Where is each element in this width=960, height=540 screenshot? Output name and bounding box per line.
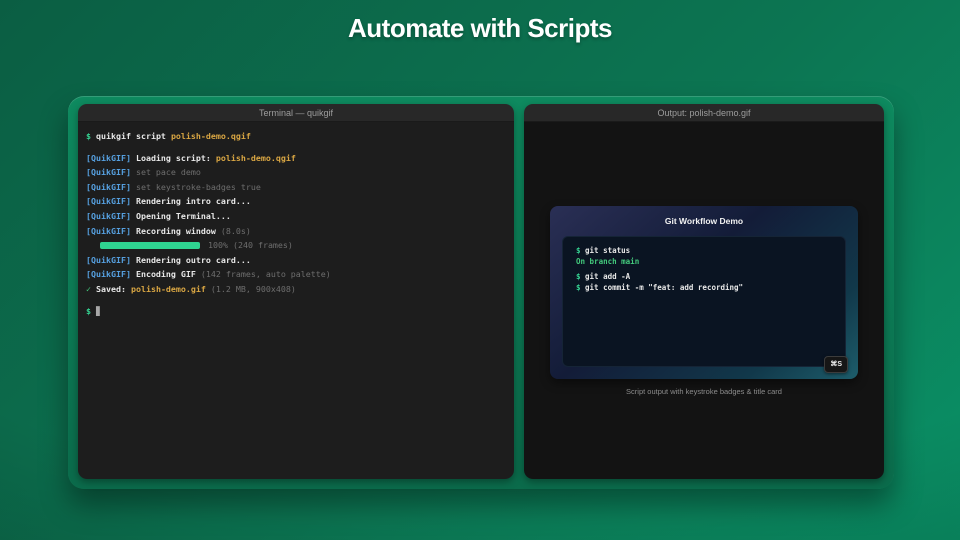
gif-title-card: Git Workflow Demo	[664, 215, 744, 226]
terminal-text-segment: Loading script:	[135, 152, 216, 163]
terminal-text-segment: Recording window	[135, 225, 221, 236]
terminal-line: [QuikGIF] Encoding GIF (142 frames, auto…	[86, 267, 508, 282]
terminal-text-segment: [QuikGIF]	[86, 152, 136, 163]
terminal-text-segment: polish-demo.gif	[130, 283, 211, 294]
terminal-titlebar: Terminal — quikgif	[78, 104, 514, 122]
terminal-text-segment: (142 frames, auto palette)	[200, 269, 331, 280]
terminal-text-segment: git add -A	[585, 271, 631, 281]
terminal-text-segment: [QuikGIF]	[86, 196, 136, 207]
terminal-line: $ git commit -m "feat: add recording"	[576, 282, 845, 293]
terminal-line: [QuikGIF] Opening Terminal...	[86, 209, 508, 224]
terminal-text-segment: Saved:	[96, 283, 131, 294]
terminal-line: $ git add -A	[576, 271, 845, 282]
terminal-line: $ git status	[576, 245, 845, 256]
page-title: Automate with Scripts	[348, 13, 612, 43]
slide-background: Automate with Scripts Terminal — quikgif…	[0, 0, 960, 540]
progress-label: 100% (240 frames)	[208, 240, 293, 251]
terminal-line: [QuikGIF] Recording window (8.0s)	[86, 224, 508, 239]
terminal-text-segment: $	[576, 245, 586, 255]
terminal-text-segment: polish-demo.qgif	[170, 131, 251, 141]
terminal-line: $ ▊	[86, 304, 508, 319]
terminal-line: [QuikGIF] Rendering intro card...	[86, 194, 508, 209]
gif-terminal: $ git status On branch main $ git add -A $ …	[562, 235, 846, 367]
terminal-text-segment: $	[86, 131, 96, 141]
terminal-line: [QuikGIF] Loading script: polish-demo.qg…	[86, 151, 508, 166]
terminal-text-segment: [QuikGIF]	[86, 269, 136, 280]
terminal-cursor: ▊	[96, 305, 101, 316]
terminal-text-segment: polish-demo.qgif	[215, 152, 296, 163]
terminal-text-segment: Rendering outro card...	[135, 254, 251, 265]
demo-panel: Terminal — quikgif $ quikgif script poli…	[68, 96, 894, 489]
terminal-line: $ quikgif script polish-demo.qgif	[86, 129, 508, 144]
terminal-line: ✓ Saved: polish-demo.gif (1.2 MB, 900x40…	[86, 282, 508, 297]
terminal-text-segment: [QuikGIF]	[86, 225, 136, 236]
terminal-output[interactable]: $ quikgif script polish-demo.qgif [QuikGI…	[78, 122, 514, 479]
terminal-text-segment: [QuikGIF]	[86, 167, 136, 178]
output-title: Output: polish-demo.gif	[657, 107, 751, 118]
output-preview: Git Workflow Demo $ git status On branch …	[524, 122, 884, 479]
terminal-text-segment: ✓	[86, 283, 96, 294]
terminal-text-segment: $	[86, 305, 96, 316]
terminal-text-segment: On branch main	[576, 256, 640, 266]
terminal-line: On branch main	[576, 256, 845, 267]
terminal-text-segment: Encoding GIF	[135, 269, 201, 280]
terminal-text-segment: set pace demo	[135, 167, 201, 178]
terminal-text-segment: git commit -m "feat: add recording"	[585, 282, 744, 292]
keystroke-badge: ⌘S	[824, 355, 848, 373]
terminal-text-segment: git status	[585, 245, 631, 255]
terminal-line: [QuikGIF] set pace demo	[86, 165, 508, 180]
output-caption: Script output with keystroke badges & ti…	[626, 386, 782, 396]
terminal-text-segment: [QuikGIF]	[86, 181, 136, 192]
terminal-text-segment: $	[576, 282, 586, 292]
terminal-window: Terminal — quikgif $ quikgif script poli…	[78, 104, 514, 479]
progress-bar	[100, 241, 200, 249]
terminal-text-segment: [QuikGIF]	[86, 254, 136, 265]
terminal-text-segment: Opening Terminal...	[135, 210, 231, 221]
terminal-title: Terminal — quikgif	[258, 107, 334, 118]
gif-preview-card: Git Workflow Demo $ git status On branch …	[550, 205, 858, 379]
terminal-line: [QuikGIF] set keystroke-badges true	[86, 180, 508, 195]
output-titlebar: Output: polish-demo.gif	[524, 104, 884, 122]
terminal-text-segment: set keystroke-badges true	[135, 181, 261, 192]
terminal-line: [QuikGIF] Rendering outro card...	[86, 253, 508, 268]
output-window: Output: polish-demo.gif Git Workflow Dem…	[524, 104, 884, 479]
terminal-text-segment: quikgif script	[96, 131, 171, 141]
terminal-text-segment: (8.0s)	[220, 225, 251, 236]
terminal-text-segment: [QuikGIF]	[86, 210, 136, 221]
terminal-text-segment: $	[576, 271, 586, 281]
progress-line: 100% (240 frames)	[86, 238, 508, 253]
terminal-text-segment: (1.2 MB, 900x408)	[210, 283, 296, 294]
terminal-text-segment: Rendering intro card...	[135, 196, 251, 207]
